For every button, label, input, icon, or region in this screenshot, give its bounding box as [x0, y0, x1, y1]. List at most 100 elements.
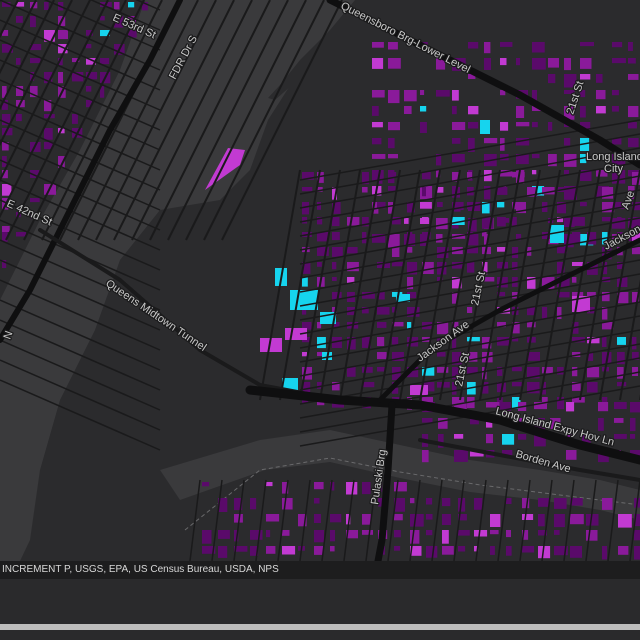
building: [484, 42, 491, 54]
building: [572, 277, 577, 283]
building: [114, 2, 120, 10]
building: [317, 337, 326, 349]
building: [44, 2, 49, 10]
building: [532, 58, 546, 70]
building-highlight: [480, 120, 490, 134]
building: [437, 367, 449, 373]
horizontal-scrollbar[interactable]: [0, 624, 640, 630]
building: [506, 498, 512, 504]
building: [30, 198, 40, 203]
building: [630, 418, 636, 432]
building-highlight: [290, 290, 318, 310]
building: [377, 322, 387, 328]
building: [347, 367, 356, 377]
map-attribution: INCREMENT P, USGS, EPA, US Census Bureau…: [0, 561, 640, 579]
building: [500, 58, 507, 66]
building: [250, 498, 257, 510]
building: [634, 546, 640, 560]
building: [468, 106, 479, 115]
building: [580, 106, 586, 118]
building: [404, 90, 417, 102]
building: [458, 530, 470, 536]
building: [557, 367, 564, 375]
building: [392, 247, 400, 257]
building: [632, 247, 640, 255]
building: [572, 217, 585, 226]
building: [282, 546, 296, 555]
building: [2, 226, 10, 232]
building: [518, 434, 527, 440]
building: [372, 58, 384, 69]
building: [542, 367, 553, 374]
building: [628, 74, 639, 80]
building: [634, 530, 640, 541]
building: [314, 498, 320, 504]
building: [532, 170, 537, 175]
building: [614, 402, 627, 409]
building: [564, 138, 571, 146]
building: [282, 530, 290, 536]
building: [420, 186, 433, 200]
building: [266, 482, 273, 487]
building: [482, 232, 487, 237]
building: [628, 42, 633, 51]
building: [420, 90, 425, 95]
building: [516, 58, 520, 66]
building: [468, 42, 479, 49]
building: [612, 90, 619, 96]
building: [542, 307, 548, 320]
building: [497, 187, 508, 195]
building: [436, 90, 450, 97]
building-highlight: [410, 385, 428, 395]
building: [72, 114, 78, 124]
building: [332, 247, 343, 257]
building: [388, 186, 396, 191]
building: [602, 498, 613, 510]
building: [490, 546, 495, 555]
building: [497, 247, 506, 252]
building: [497, 202, 505, 208]
building: [16, 232, 27, 237]
building: [314, 530, 324, 543]
building: [442, 546, 454, 555]
footer-strip: [0, 579, 640, 640]
building: [628, 106, 639, 118]
building: [617, 367, 624, 379]
building: [554, 514, 565, 528]
building: [394, 482, 407, 492]
building: [388, 42, 398, 50]
building: [218, 546, 228, 558]
building: [572, 232, 581, 244]
building: [422, 217, 429, 223]
building: [346, 482, 358, 495]
building: [602, 546, 608, 560]
building: [302, 187, 313, 192]
building: [404, 106, 412, 114]
building: [538, 514, 545, 527]
building: [566, 450, 577, 460]
building: [630, 402, 640, 413]
building: [30, 58, 41, 64]
building: [602, 397, 608, 403]
building: [314, 546, 324, 555]
building: [506, 530, 511, 538]
building: [580, 58, 592, 69]
building: [392, 262, 404, 267]
label-long-island: Long Island: [586, 151, 640, 163]
building: [618, 546, 629, 555]
building: [362, 530, 373, 535]
building: [314, 482, 324, 490]
building: [362, 187, 368, 193]
building: [458, 546, 466, 552]
map-canvas[interactable]: E 53rd St FDR Dr S Queensboro Brg-Lower …: [0, 0, 640, 640]
building: [16, 16, 23, 23]
building: [500, 122, 509, 131]
building: [410, 498, 415, 504]
building: [612, 42, 623, 48]
building: [410, 530, 420, 544]
building: [362, 482, 371, 495]
building: [452, 138, 461, 144]
building: [330, 530, 335, 542]
building: [250, 530, 263, 540]
building: [548, 122, 553, 131]
